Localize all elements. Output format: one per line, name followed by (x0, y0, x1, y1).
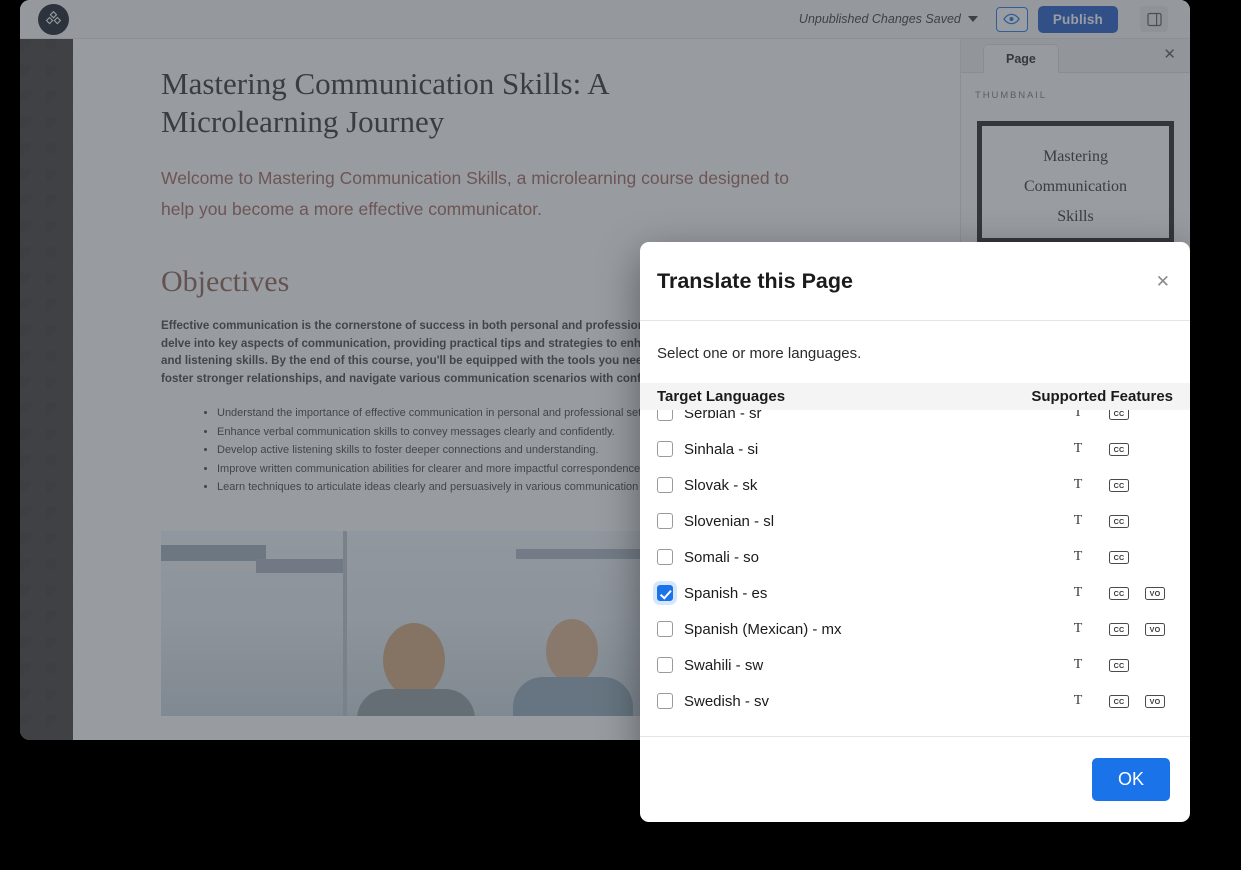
feature-voiceover-icon: VO (1145, 694, 1165, 708)
feature-captions-icon: CC (1109, 442, 1129, 456)
thumbnail-line: Skills (1057, 208, 1094, 225)
dialog-footer: OK (640, 736, 1190, 822)
feature-text-icon: T (1073, 693, 1083, 708)
translate-page-dialog: Translate this Page ✕ Select one or more… (640, 242, 1190, 822)
language-checkbox[interactable] (657, 621, 673, 637)
supported-features: T CC (1063, 549, 1173, 565)
feature-captions-icon: CC (1109, 410, 1129, 420)
feature-text-icon: T (1073, 441, 1083, 456)
language-checkbox[interactable] (657, 585, 673, 601)
supported-features: T CC (1063, 657, 1173, 673)
language-row[interactable]: Serbian - sr T CC (640, 410, 1190, 431)
panel-tabstrip: Page ✕ (961, 39, 1190, 73)
language-checkbox[interactable] (657, 441, 673, 457)
feature-captions-icon: CC (1109, 622, 1129, 636)
supported-features: T CC VO (1063, 585, 1173, 601)
language-name: Swedish - sv (684, 692, 770, 710)
column-target-languages: Target Languages (657, 388, 786, 405)
left-rail (20, 39, 73, 740)
language-name: Spanish (Mexican) - mx (684, 620, 842, 638)
thumbnail-label: THUMBNAIL (975, 90, 1047, 101)
language-checkbox[interactable] (657, 513, 673, 529)
language-checkbox[interactable] (657, 549, 673, 565)
language-row[interactable]: Slovak - sk T CC (640, 467, 1190, 503)
dialog-header: Translate this Page ✕ (640, 242, 1190, 321)
language-list[interactable]: Serbian - sr T CC Sinhala - si T CC Slovak - s… (640, 410, 1190, 736)
language-row[interactable]: Sinhala - si T CC (640, 431, 1190, 467)
feature-voiceover-icon: VO (1145, 622, 1165, 636)
feature-text-icon: T (1073, 657, 1083, 672)
feature-voiceover-icon (1145, 515, 1165, 528)
ok-button[interactable]: OK (1091, 758, 1170, 801)
supported-features: T CC (1063, 441, 1173, 457)
language-name: Sinhala - si (684, 440, 759, 458)
language-row[interactable]: Somali - so T CC (640, 539, 1190, 575)
page-title: Mastering Communication Skills: A Microl… (161, 66, 608, 139)
side-panel-icon (1146, 12, 1162, 26)
eye-icon (1003, 13, 1021, 25)
language-checkbox[interactable] (657, 657, 673, 673)
tab-page[interactable]: Page (983, 44, 1059, 73)
page-subtitle: Welcome to Mastering Communication Skill… (161, 168, 790, 219)
screen: Unpublished Changes Saved Publish Master… (0, 0, 1241, 870)
feature-captions-icon: CC (1109, 586, 1129, 600)
dialog-title: Translate this Page (657, 268, 853, 293)
language-row[interactable]: Slovenian - sl T CC (640, 503, 1190, 539)
feature-voiceover-icon (1145, 659, 1165, 672)
chevron-down-icon[interactable] (967, 16, 978, 22)
feature-captions-icon: CC (1109, 478, 1129, 492)
language-name: Slovak - sk (684, 476, 758, 494)
supported-features: T CC VO (1063, 621, 1173, 637)
preview-button[interactable] (995, 6, 1028, 32)
supported-features: T CC VO (1063, 693, 1173, 709)
feature-voiceover-icon: VO (1145, 586, 1165, 600)
feature-captions-icon: CC (1109, 550, 1129, 564)
panel-toggle-button[interactable] (1140, 6, 1168, 32)
supported-features: T CC (1063, 410, 1173, 421)
thumbnail-line: Mastering (1043, 148, 1108, 165)
save-status[interactable]: Unpublished Changes Saved (799, 12, 978, 26)
page-thumbnail[interactable]: Mastering Communication Skills (977, 121, 1174, 243)
feature-text-icon: T (1073, 410, 1083, 420)
feature-text-icon: T (1073, 513, 1083, 528)
save-status-label: Unpublished Changes Saved (798, 12, 961, 26)
dialog-instruction: Select one or more languages. (657, 345, 862, 362)
feature-voiceover-icon (1145, 479, 1165, 492)
language-name: Slovenian - sl (684, 512, 775, 530)
feature-captions-icon: CC (1109, 658, 1129, 672)
supported-features: T CC (1063, 513, 1173, 529)
feature-text-icon: T (1073, 621, 1083, 636)
feature-voiceover-icon (1145, 410, 1165, 420)
feature-text-icon: T (1073, 549, 1083, 564)
feature-text-icon: T (1073, 585, 1083, 600)
language-row[interactable]: Spanish (Mexican) - mx T CC VO (640, 611, 1190, 647)
diamond-cluster-logo[interactable] (38, 3, 69, 35)
language-name: Serbian - sr (684, 410, 762, 422)
supported-features: T CC (1063, 477, 1173, 493)
language-checkbox[interactable] (657, 410, 673, 421)
feature-voiceover-icon (1145, 551, 1165, 564)
feature-captions-icon: CC (1109, 514, 1129, 528)
thumbnail-line: Communication (1023, 178, 1128, 195)
language-checkbox[interactable] (657, 477, 673, 493)
language-name: Somali - so (684, 548, 760, 566)
publish-button[interactable]: Publish (1037, 5, 1118, 33)
column-supported-features: Supported Features (1031, 388, 1173, 405)
language-checkbox[interactable] (657, 693, 673, 709)
top-toolbar: Unpublished Changes Saved Publish (20, 0, 1190, 39)
close-icon[interactable]: ✕ (1163, 47, 1176, 62)
language-name: Swahili - sw (684, 656, 764, 674)
feature-voiceover-icon (1145, 443, 1165, 456)
language-row[interactable]: Spanish - es T CC VO (640, 575, 1190, 611)
language-row[interactable]: Swedish - sv T CC VO (640, 683, 1190, 719)
close-icon[interactable]: ✕ (1156, 273, 1170, 290)
language-name: Spanish - es (684, 584, 768, 602)
feature-captions-icon: CC (1109, 694, 1129, 708)
language-row[interactable]: Swahili - sw T CC (640, 647, 1190, 683)
feature-text-icon: T (1073, 477, 1083, 492)
language-table-header: Target Languages Supported Features (640, 383, 1190, 410)
